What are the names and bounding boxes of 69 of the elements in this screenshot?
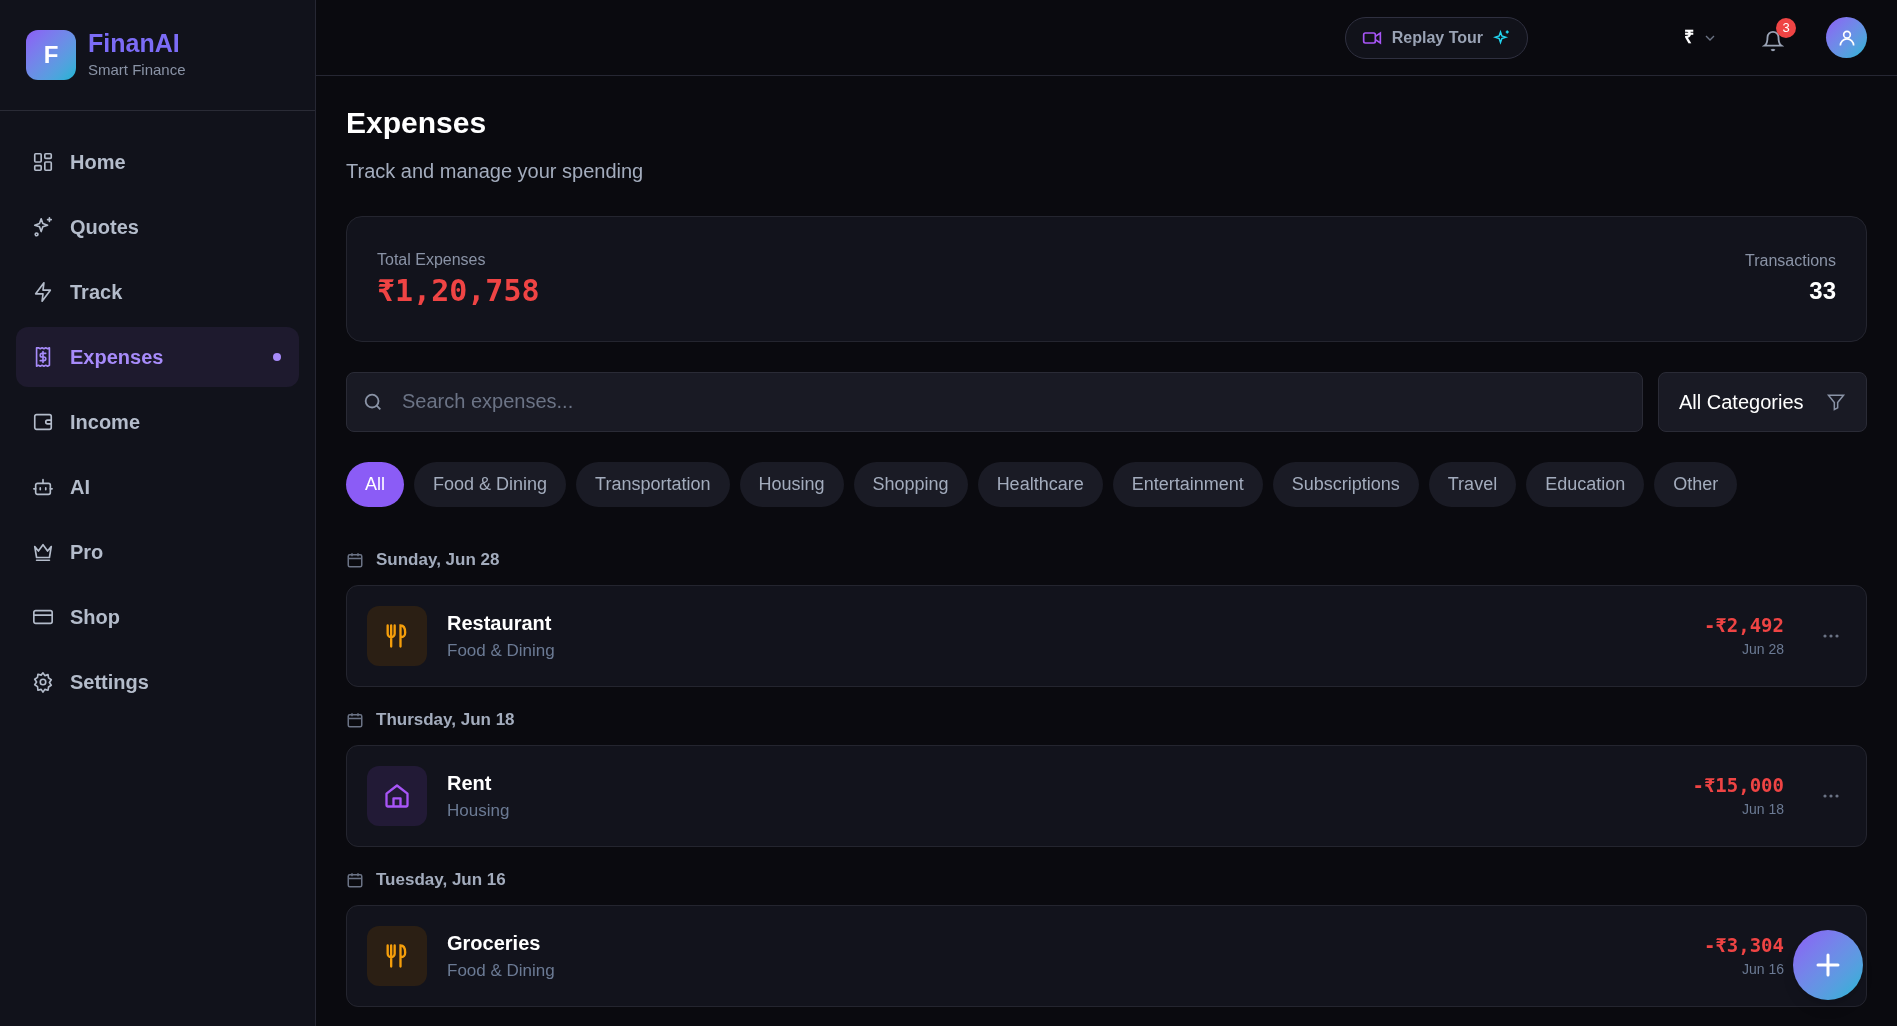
sparkles-icon <box>32 216 54 238</box>
house-icon <box>383 781 411 810</box>
notification-button[interactable]: 3 <box>1756 17 1796 58</box>
nav-item[interactable]: Expenses <box>16 327 299 387</box>
gear-icon <box>32 671 54 693</box>
expense-amount: -₹2,492 <box>1703 612 1784 638</box>
expense-amount: -₹15,000 <box>1692 772 1784 798</box>
expense-category: Housing <box>447 799 511 822</box>
replay-tour-button[interactable]: Replay Tour <box>1344 16 1528 59</box>
brand-name: FinanAI <box>88 28 181 60</box>
expense-card[interactable]: Groceries Food & Dining -₹3,304 Jun 16 <box>346 904 1867 1007</box>
category-chip[interactable]: Housing <box>739 461 844 507</box>
logo-icon: F <box>26 30 76 80</box>
notification-badge: 3 <box>1776 17 1796 38</box>
nav-item[interactable]: Quotes <box>16 197 299 257</box>
bell-icon <box>1762 29 1784 52</box>
date-heading: Sunday, Jun 28 <box>376 548 500 571</box>
search-field[interactable]: Search expenses... <box>346 371 1643 432</box>
category-chip[interactable]: Transportation <box>576 461 730 507</box>
expense-name: Rent <box>447 770 493 796</box>
nav-item[interactable]: Income <box>16 392 299 452</box>
expense-card[interactable]: Restaurant Food & Dining -₹2,492 Jun 28 <box>346 584 1867 687</box>
home-icon <box>32 151 54 173</box>
total-label: Total Expenses <box>377 249 487 270</box>
wallet-icon <box>32 411 54 433</box>
category-chip[interactable]: Subscriptions <box>1272 461 1419 507</box>
category-chip[interactable]: Other <box>1654 461 1738 507</box>
expense-category: Food & Dining <box>447 959 556 982</box>
category-chip[interactable]: Shopping <box>853 461 968 507</box>
transactions-label: Transactions <box>1745 250 1836 271</box>
expense-amount: -₹3,304 <box>1703 932 1784 958</box>
page-title: Expenses <box>346 105 488 141</box>
calendar-icon <box>346 710 364 729</box>
expense-category: Food & Dining <box>447 639 556 662</box>
nav-item[interactable]: Shop <box>16 587 299 647</box>
more-icon <box>1822 632 1840 639</box>
sparkles-icon <box>1493 28 1511 47</box>
nav-item[interactable]: Settings <box>16 652 299 712</box>
nav-item[interactable]: AI <box>16 457 299 517</box>
expense-date: Jun 28 <box>1741 640 1784 660</box>
currency-selector[interactable]: ₹ <box>1684 24 1718 51</box>
category-dropdown[interactable]: All Categories <box>1658 371 1867 432</box>
expense-name: Restaurant <box>447 610 553 636</box>
expense-card[interactable]: Rent Housing -₹15,000 Jun 18 <box>346 744 1867 847</box>
date-heading: Tuesday, Jun 16 <box>376 868 506 891</box>
category-chip[interactable]: Education <box>1526 461 1645 507</box>
expense-name: Groceries <box>447 930 542 956</box>
crown-icon <box>32 541 54 563</box>
page-subtitle: Track and manage your spending <box>346 158 645 184</box>
expense-date: Jun 18 <box>1741 800 1784 820</box>
nav-item[interactable]: Pro <box>16 522 299 582</box>
category-chip[interactable]: All <box>346 461 404 507</box>
category-chip[interactable]: Travel <box>1428 461 1517 507</box>
total-amount: ₹1,20,758 <box>377 271 540 310</box>
lightning-icon <box>32 281 54 303</box>
category-chip[interactable]: Food & Dining <box>414 461 567 507</box>
expense-date: Jun 16 <box>1741 960 1784 980</box>
calendar-icon <box>346 550 364 569</box>
category-chip[interactable]: Entertainment <box>1112 461 1263 507</box>
avatar-button[interactable] <box>1826 17 1867 58</box>
robot-icon <box>32 476 54 498</box>
date-heading: Thursday, Jun 18 <box>376 708 515 731</box>
category-chip[interactable]: Healthcare <box>977 461 1103 507</box>
nav-item[interactable]: Home <box>16 132 299 192</box>
transactions-count: 33 <box>1809 275 1836 306</box>
nav-item[interactable]: Track <box>16 262 299 322</box>
calendar-icon <box>346 870 364 889</box>
brand-tagline: Smart Finance <box>88 60 186 81</box>
more-icon <box>1822 792 1840 799</box>
